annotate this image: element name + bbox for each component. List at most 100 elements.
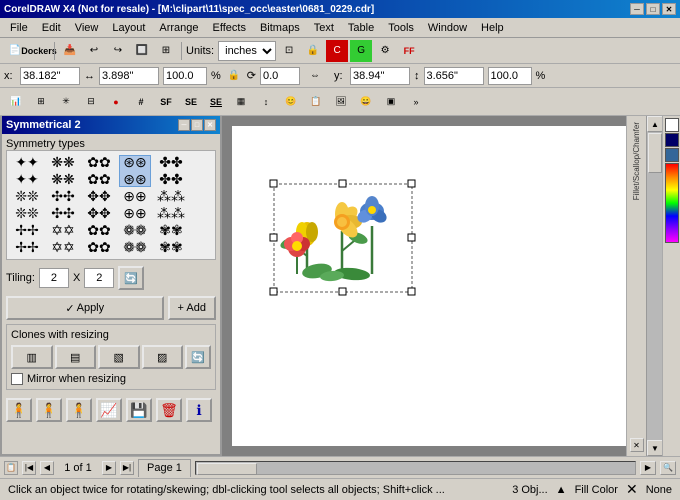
more-btn[interactable]: » [404,90,428,114]
h-scrollbar-track[interactable] [195,461,636,475]
sym-type-15[interactable]: ✾✾✾✾ [155,223,187,255]
sym-maximize-btn[interactable]: □ [191,119,203,131]
graph-btn[interactable]: 📈 [96,398,122,422]
minimize-button[interactable]: ─ [630,3,644,15]
person-green-btn[interactable]: 🧍 [6,398,32,422]
maximize-button[interactable]: □ [646,3,660,15]
grid-btn[interactable]: ⊞ [29,90,53,114]
lock-button[interactable]: 🔒 [302,40,324,62]
redo-button[interactable]: ↪ [107,40,129,62]
menu-tools[interactable]: Tools [382,20,420,36]
sym-type-5[interactable]: ✤✤✤✤ [155,155,187,187]
zoom-fit-btn[interactable]: 🔍 [660,461,676,475]
menu-text[interactable]: Text [308,20,340,36]
save-btn[interactable]: 💾 [126,398,152,422]
add-button[interactable]: + Add [168,296,216,320]
angle-input[interactable] [260,67,300,85]
menu-edit[interactable]: Edit [36,20,67,36]
sym-type-8[interactable]: ✥✥✥✥ [83,189,115,221]
last-page-btn[interactable]: ▶| [120,461,134,475]
fillet-label[interactable]: Fillet/Scallop/Chamfer [632,122,641,200]
sym-type-3[interactable]: ✿✿✿✿ [83,155,115,187]
snap-button[interactable]: 🔲 [131,40,153,62]
chart-btn[interactable]: 📊 [4,90,28,114]
happy-btn[interactable]: 😀 [354,90,378,114]
clone-btn-2[interactable]: ▤ [55,345,97,369]
tiling-y-input[interactable] [84,268,114,288]
apply-button[interactable]: ✓ Apply [6,296,164,320]
close-button[interactable]: ✕ [662,3,676,15]
units-select[interactable]: inches mm cm [218,41,276,61]
clone-btn-1[interactable]: ▥ [11,345,53,369]
smiley-btn[interactable]: 😊 [279,90,303,114]
se-btn[interactable]: SE [179,90,203,114]
y-input[interactable] [350,67,410,85]
menu-window[interactable]: Window [422,20,473,36]
scroll-track-v[interactable] [647,132,662,440]
menu-table[interactable]: Table [342,20,380,36]
color-spectrum[interactable] [665,163,679,243]
pic-btn[interactable]: 🖼 [329,90,353,114]
mirror-h-button[interactable]: ⇔ [304,65,326,87]
sym-close-btn[interactable]: ✕ [204,119,216,131]
hash-btn[interactable]: # [129,90,153,114]
mid-blue-swatch[interactable] [665,148,679,162]
h-scrollbar-thumb[interactable] [197,463,257,475]
person-green2-btn[interactable]: 🧍 [36,398,62,422]
sf-btn[interactable]: SF [154,90,178,114]
sym-minimize-btn[interactable]: ─ [178,119,190,131]
vertical-scrollbar[interactable]: ▲ ▼ [646,116,662,456]
dockers-button[interactable]: Dockers [28,40,50,62]
nav-tab-btn[interactable]: 📋 [4,461,18,475]
import-button[interactable]: 📥 [59,40,81,62]
person-blue-btn[interactable]: 🧍 [66,398,92,422]
arr-btn[interactable]: ↕ [254,90,278,114]
menu-file[interactable]: File [4,20,34,36]
canvas-area[interactable]: ▲ ▼ Fillet/Scallop/Chamfer ✕ [222,116,662,456]
menu-view[interactable]: View [69,20,105,36]
info-btn[interactable]: ℹ [186,398,212,422]
sym-type-9[interactable]: ⊕⊕⊕⊕ [119,189,151,221]
next-page-btn[interactable]: ▶ [102,461,116,475]
sym-type-1[interactable]: ✦✦✦✦ [11,155,43,187]
menu-help[interactable]: Help [475,20,510,36]
scale-x-input[interactable] [163,67,207,85]
close-panel-btn[interactable]: ✕ [630,438,644,452]
table-btn[interactable]: ⊟ [79,90,103,114]
star-btn[interactable]: ✳ [54,90,78,114]
sym-type-11[interactable]: ✢✢✢✢ [11,223,43,255]
doc-btn[interactable]: 📋 [304,90,328,114]
height-input[interactable] [424,67,484,85]
dark-blue-swatch[interactable] [665,133,679,147]
scale-y-input[interactable] [488,67,532,85]
delete-btn[interactable]: 🗑 [156,398,182,422]
se2-btn[interactable]: SE [204,90,228,114]
x-icon[interactable]: ✕ [630,438,644,452]
x-input[interactable] [20,67,80,85]
circle-btn[interactable]: ● [104,90,128,114]
snap3-button[interactable]: ⊡ [278,40,300,62]
tiling-x-input[interactable] [39,268,69,288]
sym-type-14[interactable]: ❁❁❁❁ [119,223,151,255]
menu-bitmaps[interactable]: Bitmaps [254,20,306,36]
bar-btn[interactable]: ▦ [229,90,253,114]
color1-button[interactable]: C [326,40,348,62]
menu-arrange[interactable]: Arrange [153,20,204,36]
sym-type-4[interactable]: ⊛⊛⊛⊛ [119,155,151,187]
clone-icon-btn[interactable]: 🔄 [185,345,211,369]
ff-button[interactable]: FF [398,40,420,62]
color2-button[interactable]: G [350,40,372,62]
no-fill-swatch[interactable] [665,118,679,132]
first-page-btn[interactable]: |◀ [22,461,36,475]
sym-type-2[interactable]: ❋❋❋❋ [47,155,79,187]
clone-btn-3[interactable]: ▧ [98,345,140,369]
sym-type-6[interactable]: ❊❊❊❊ [11,189,43,221]
snap2-button[interactable]: ⊞ [155,40,177,62]
grid2-btn[interactable]: ▣ [379,90,403,114]
menu-layout[interactable]: Layout [106,20,151,36]
settings-button[interactable]: ⚙ [374,40,396,62]
scroll-right-btn[interactable]: ▶ [640,461,656,475]
scroll-up-btn[interactable]: ▲ [647,116,662,132]
menu-effects[interactable]: Effects [207,20,252,36]
refresh-btn[interactable]: 🔄 [118,266,144,290]
